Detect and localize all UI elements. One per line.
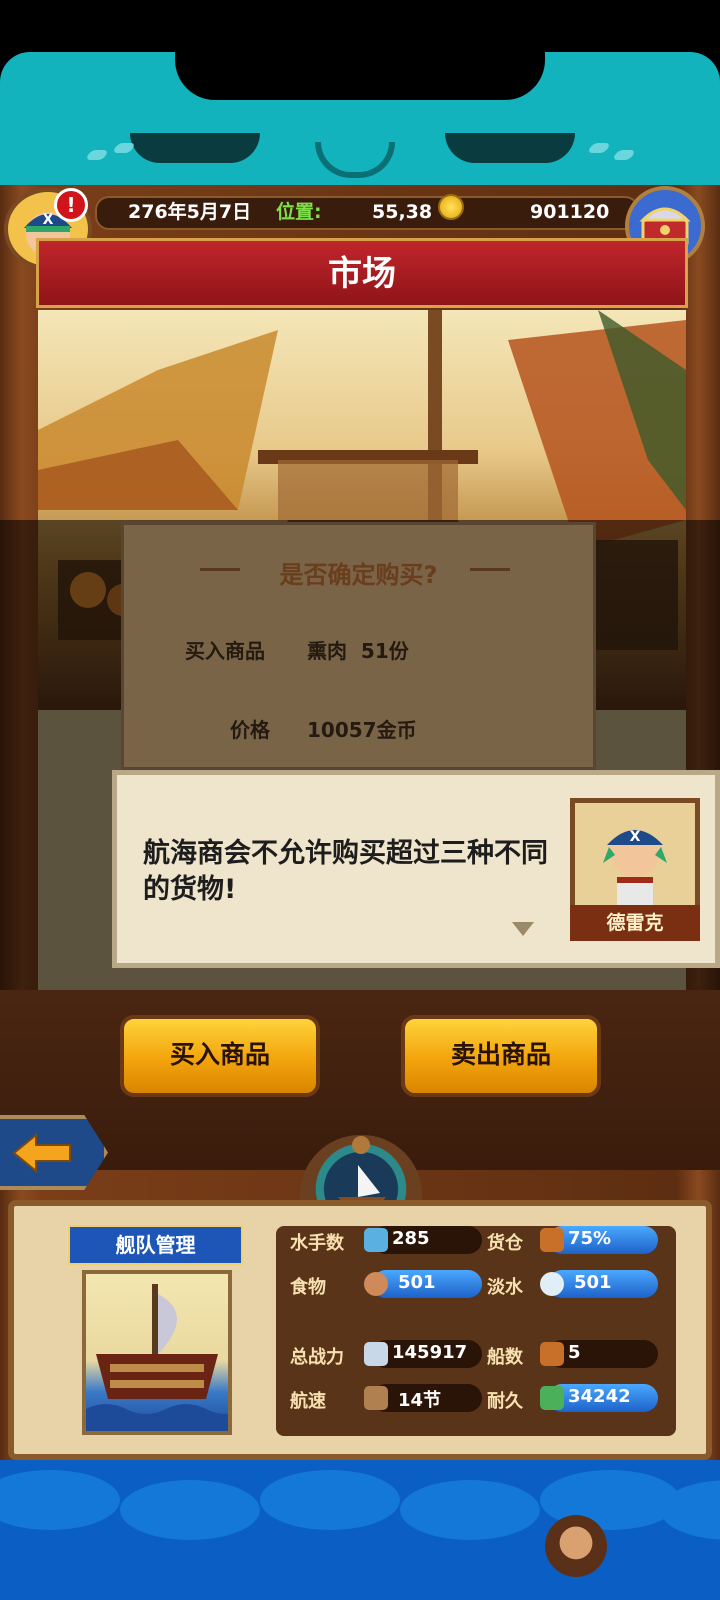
position-value: 55,38 (372, 201, 433, 223)
speed-value: 14节 (398, 1390, 442, 1411)
cargo-value: 75% (568, 1228, 612, 1249)
power-value: 145917 (392, 1342, 468, 1363)
npc-peek-icon (545, 1515, 607, 1577)
cargo-label: 货仓 (487, 1233, 523, 1254)
drake-portrait-icon: X (603, 829, 667, 905)
boat-icon (540, 1342, 564, 1366)
confirm-title: 是否确定购买? (279, 561, 438, 589)
gold-amount: 901120 (530, 201, 610, 223)
game-date: 276年5月7日 (128, 201, 252, 223)
page-title: 市场 (328, 254, 396, 294)
svg-text:X: X (43, 212, 54, 228)
speed-label: 航速 (290, 1391, 326, 1412)
sailor-icon (364, 1228, 388, 1252)
fleet-management-label[interactable]: 舰队管理 (68, 1225, 243, 1265)
sail-icon (364, 1386, 388, 1410)
durability-value: 34242 (568, 1386, 631, 1407)
water-label: 淡水 (487, 1277, 523, 1298)
crate-icon (540, 1228, 564, 1252)
buy-button[interactable]: 买入商品 (120, 1015, 320, 1097)
alert-icon[interactable]: ! (54, 188, 88, 222)
ship-cutaway-icon (86, 1284, 246, 1431)
cat-eye-left (130, 133, 260, 163)
arrow-left-icon (12, 1132, 71, 1174)
swords-icon (364, 1342, 388, 1366)
price-label: 价格 (230, 718, 270, 742)
sailors-label: 水手数 (290, 1233, 344, 1254)
item-label: 买入商品 (185, 639, 265, 663)
gold-coin-icon (438, 194, 464, 220)
water-jug-icon (540, 1272, 564, 1296)
svg-text:X: X (630, 829, 641, 845)
price-value: 10057金币 (307, 718, 417, 742)
power-label: 总战力 (290, 1347, 344, 1368)
sea-footer (0, 1460, 720, 1600)
food-value: 501 (398, 1272, 436, 1293)
sailors-value: 285 (392, 1228, 430, 1249)
speaker-name: 德雷克 (570, 905, 700, 941)
position-label: 位置: (276, 201, 322, 223)
water-value: 501 (574, 1272, 612, 1293)
continue-arrow-icon[interactable] (512, 922, 534, 936)
cat-eye-right (445, 133, 575, 163)
ships-label: 船数 (487, 1347, 523, 1368)
meat-icon (364, 1272, 388, 1296)
fleet-ship-image[interactable] (82, 1270, 246, 1435)
sell-button[interactable]: 卖出商品 (401, 1015, 601, 1097)
item-value: 熏肉 51份 (307, 639, 409, 663)
durability-label: 耐久 (487, 1391, 523, 1412)
cat-frame-notch (175, 52, 545, 100)
food-label: 食物 (290, 1277, 326, 1298)
hull-icon (540, 1386, 564, 1410)
ships-pill (548, 1340, 658, 1368)
dialogue-text: 航海商会不允许购买超过三种不同的货物! (143, 838, 548, 905)
ships-value: 5 (568, 1342, 581, 1363)
